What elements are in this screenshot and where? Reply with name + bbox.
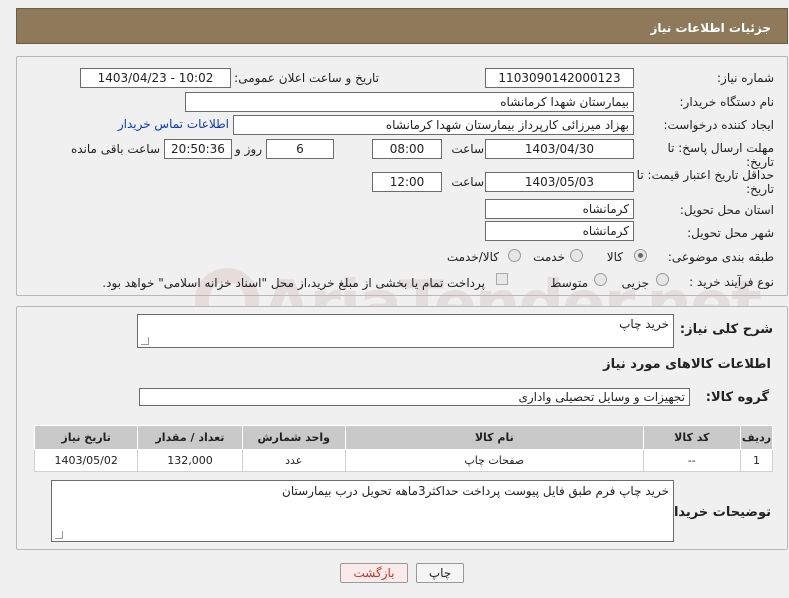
resize-handle[interactable] (55, 531, 63, 539)
validity-label-line1: حداقل تاریخ اعتبار قیمت: تا (636, 168, 774, 182)
cell-quantity: 132,000 (137, 449, 243, 472)
cell-code: -- (642, 449, 741, 472)
province-field[interactable]: کرمانشاه (485, 199, 634, 219)
announce-label: تاریخ و ساعت اعلان عمومی: (234, 71, 379, 85)
category-option-service: خدمت (533, 250, 565, 264)
deadline-label-line1: مهلت ارسال پاسخ: تا (667, 141, 774, 155)
summary-field[interactable]: خرید چاپ (137, 314, 674, 348)
category-option-both: کالا/خدمت (446, 250, 499, 264)
deadline-time-label: ساعت (451, 142, 484, 156)
validity-label-line2: تاریخ: (746, 182, 774, 196)
city-field[interactable]: کرمانشاه (485, 221, 634, 241)
group-field[interactable]: تجهیزات و وسایل تحصیلی واداری (139, 388, 690, 406)
items-table: ردیف کد کالا نام کالا واحد شمارش تعداد /… (33, 425, 774, 472)
process-option-minor: جزیی (621, 276, 649, 290)
days-label: روز و (235, 142, 262, 156)
notes-value: خرید چاپ فرم طبق فایل پیوست پرداخت حداکث… (282, 484, 669, 498)
notes-field[interactable]: خرید چاپ فرم طبق فایل پیوست پرداخت حداکث… (51, 480, 674, 542)
payment-note: پرداخت تمام یا بخشی از مبلغ خرید،از محل … (102, 276, 485, 290)
validity-date-field[interactable]: 1403/05/03 (485, 172, 634, 192)
buyer-org-label: نام دستگاه خریدار: (679, 95, 775, 109)
category-label: طبقه بندی موضوعی: (667, 250, 774, 264)
cell-name: صفحات چاپ (344, 449, 644, 472)
validity-time-field[interactable]: 12:00 (372, 172, 442, 192)
col-header-quantity: تعداد / مقدار (137, 425, 243, 450)
need-number-field[interactable]: 1103090142000123 (485, 68, 634, 88)
page-title: جزئیات اطلاعات نیاز (650, 21, 771, 35)
creator-field[interactable]: بهزاد میرزائی کارپرداز بیمارستان شهدا کر… (233, 115, 634, 135)
remaining-time-field[interactable]: 20:50:36 (164, 139, 232, 159)
summary-label: شرح کلی نیاز: (679, 322, 773, 337)
page-header: جزئیات اطلاعات نیاز (16, 8, 788, 44)
table-row[interactable]: 1 -- صفحات چاپ عدد 132,000 1403/05/02 (33, 449, 774, 472)
treasury-payment-checkbox[interactable] (496, 273, 508, 285)
category-radio-goods[interactable] (634, 249, 647, 262)
items-section-title: اطلاعات کالاهای مورد نیاز (603, 357, 771, 372)
deadline-time-field[interactable]: 08:00 (372, 139, 442, 159)
process-label: نوع فرآیند خرید : (689, 275, 774, 289)
cell-date: 1403/05/02 (33, 449, 139, 472)
notes-label: توضیحات خریدار: (661, 505, 771, 520)
province-label: استان محل تحویل: (679, 203, 774, 217)
col-header-code: کد کالا (642, 425, 741, 450)
deadline-date-field[interactable]: 1403/04/30 (485, 139, 634, 159)
cell-unit: عدد (241, 449, 346, 472)
creator-label: ایجاد کننده درخواست: (663, 118, 774, 132)
validity-time-label: ساعت (451, 175, 484, 189)
announce-field[interactable]: 1403/04/23 - 10:02 (80, 68, 231, 88)
col-header-date: تاریخ نیاز (33, 425, 139, 450)
process-option-medium: متوسط (550, 276, 588, 290)
process-radio-medium[interactable] (594, 273, 607, 286)
category-radio-service[interactable] (570, 249, 583, 262)
print-button[interactable]: چاپ (416, 563, 464, 583)
back-button[interactable]: بازگشت (340, 563, 408, 583)
cell-row-number: 1 (739, 449, 774, 472)
deadline-label-line2: تاریخ: (746, 155, 774, 169)
summary-value: خرید چاپ (619, 317, 669, 331)
remaining-label: ساعت باقی مانده (70, 142, 160, 156)
resize-handle[interactable] (141, 337, 149, 345)
col-header-unit: واحد شمارش (241, 425, 346, 450)
days-field[interactable]: 6 (266, 139, 334, 159)
col-header-name: نام کالا (344, 425, 644, 450)
city-label: شهر محل تحویل: (687, 226, 774, 240)
group-label: گروه کالا: (705, 390, 769, 405)
category-option-goods: کالا (606, 250, 623, 264)
need-number-label: شماره نیاز: (717, 71, 774, 85)
col-header-row-number: ردیف (739, 425, 774, 450)
table-header-row: ردیف کد کالا نام کالا واحد شمارش تعداد /… (33, 425, 774, 450)
buyer-org-field[interactable]: بیمارستان شهدا کرمانشاه (185, 92, 634, 112)
contact-info-link[interactable]: اطلاعات تماس خریدار (118, 117, 229, 131)
process-radio-minor[interactable] (656, 273, 669, 286)
